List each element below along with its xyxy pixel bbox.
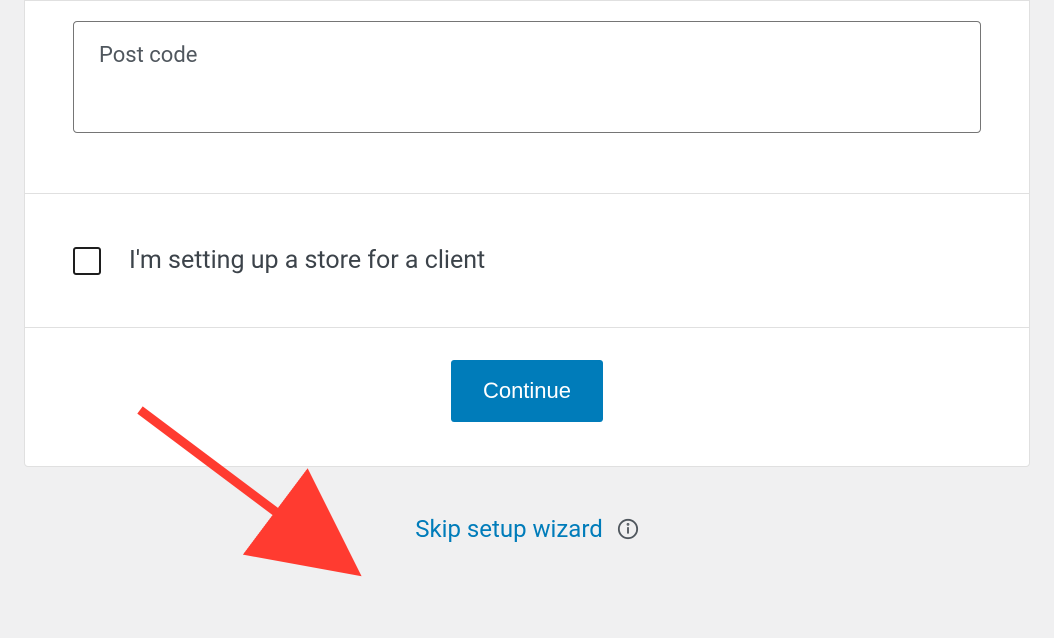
postcode-input-wrapper: Post code xyxy=(73,21,981,133)
continue-section: Continue xyxy=(25,328,1029,466)
postcode-input[interactable] xyxy=(73,21,981,133)
info-icon[interactable] xyxy=(617,518,639,540)
postcode-section: Post code xyxy=(25,1,1029,194)
skip-setup-link[interactable]: Skip setup wizard xyxy=(415,515,603,543)
client-checkbox-label: I'm setting up a store for a client xyxy=(129,246,485,275)
setup-card: Post code I'm setting up a store for a c… xyxy=(24,0,1030,467)
skip-row: Skip setup wizard xyxy=(0,467,1054,567)
continue-button[interactable]: Continue xyxy=(451,360,603,422)
client-checkbox[interactable] xyxy=(73,247,101,275)
client-checkbox-section: I'm setting up a store for a client xyxy=(25,194,1029,328)
